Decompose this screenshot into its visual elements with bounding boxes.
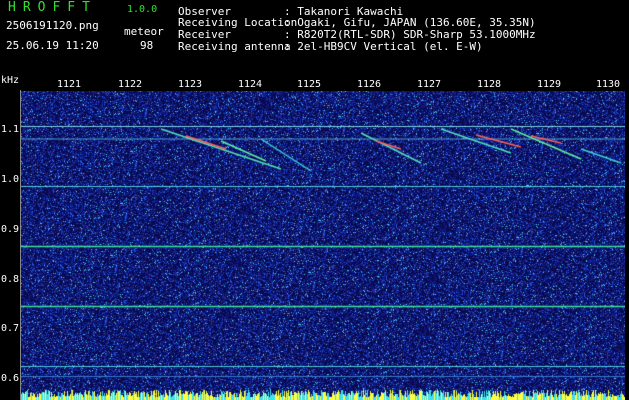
- spectrogram-waterfall: [21, 91, 625, 400]
- y-tick-label: 1.1: [1, 124, 20, 135]
- image-filename: 2506191120.png: [6, 19, 99, 32]
- y-tick-label: 0.6: [1, 373, 20, 384]
- antenna-value: : 2el-HB9CV Vertical (el. E-W): [284, 40, 483, 53]
- x-tick-label: 1121: [57, 79, 82, 90]
- x-tick-label: 1125: [297, 79, 322, 90]
- antenna-label: Receiving antenna: [178, 40, 291, 53]
- x-tick-label: 1122: [118, 79, 143, 90]
- app-title: HROFFT: [8, 0, 97, 15]
- y-tick-label: 0.7: [1, 323, 20, 334]
- y-tick-label: 1.0: [1, 174, 20, 185]
- x-tick-label: 1127: [417, 79, 442, 90]
- x-tick-label: 1126: [357, 79, 382, 90]
- meteor-count-label: meteor: [124, 25, 164, 38]
- app-version: 1.0.0: [127, 4, 158, 15]
- y-axis-unit: kHz: [1, 75, 20, 86]
- capture-datetime: 25.06.19 11:20: [6, 39, 99, 52]
- x-tick-label: 1128: [477, 79, 502, 90]
- x-tick-label: 1123: [178, 79, 203, 90]
- hrofft-window: HROFFT 1.0.0 2506191120.png 25.06.19 11:…: [0, 0, 629, 400]
- x-tick-label: 1129: [537, 79, 562, 90]
- y-tick-label: 0.9: [1, 224, 20, 235]
- x-tick-label: 1130: [596, 79, 621, 90]
- y-tick-label: 0.8: [1, 274, 20, 285]
- meteor-count-value: 98: [140, 39, 154, 52]
- x-tick-label: 1124: [238, 79, 263, 90]
